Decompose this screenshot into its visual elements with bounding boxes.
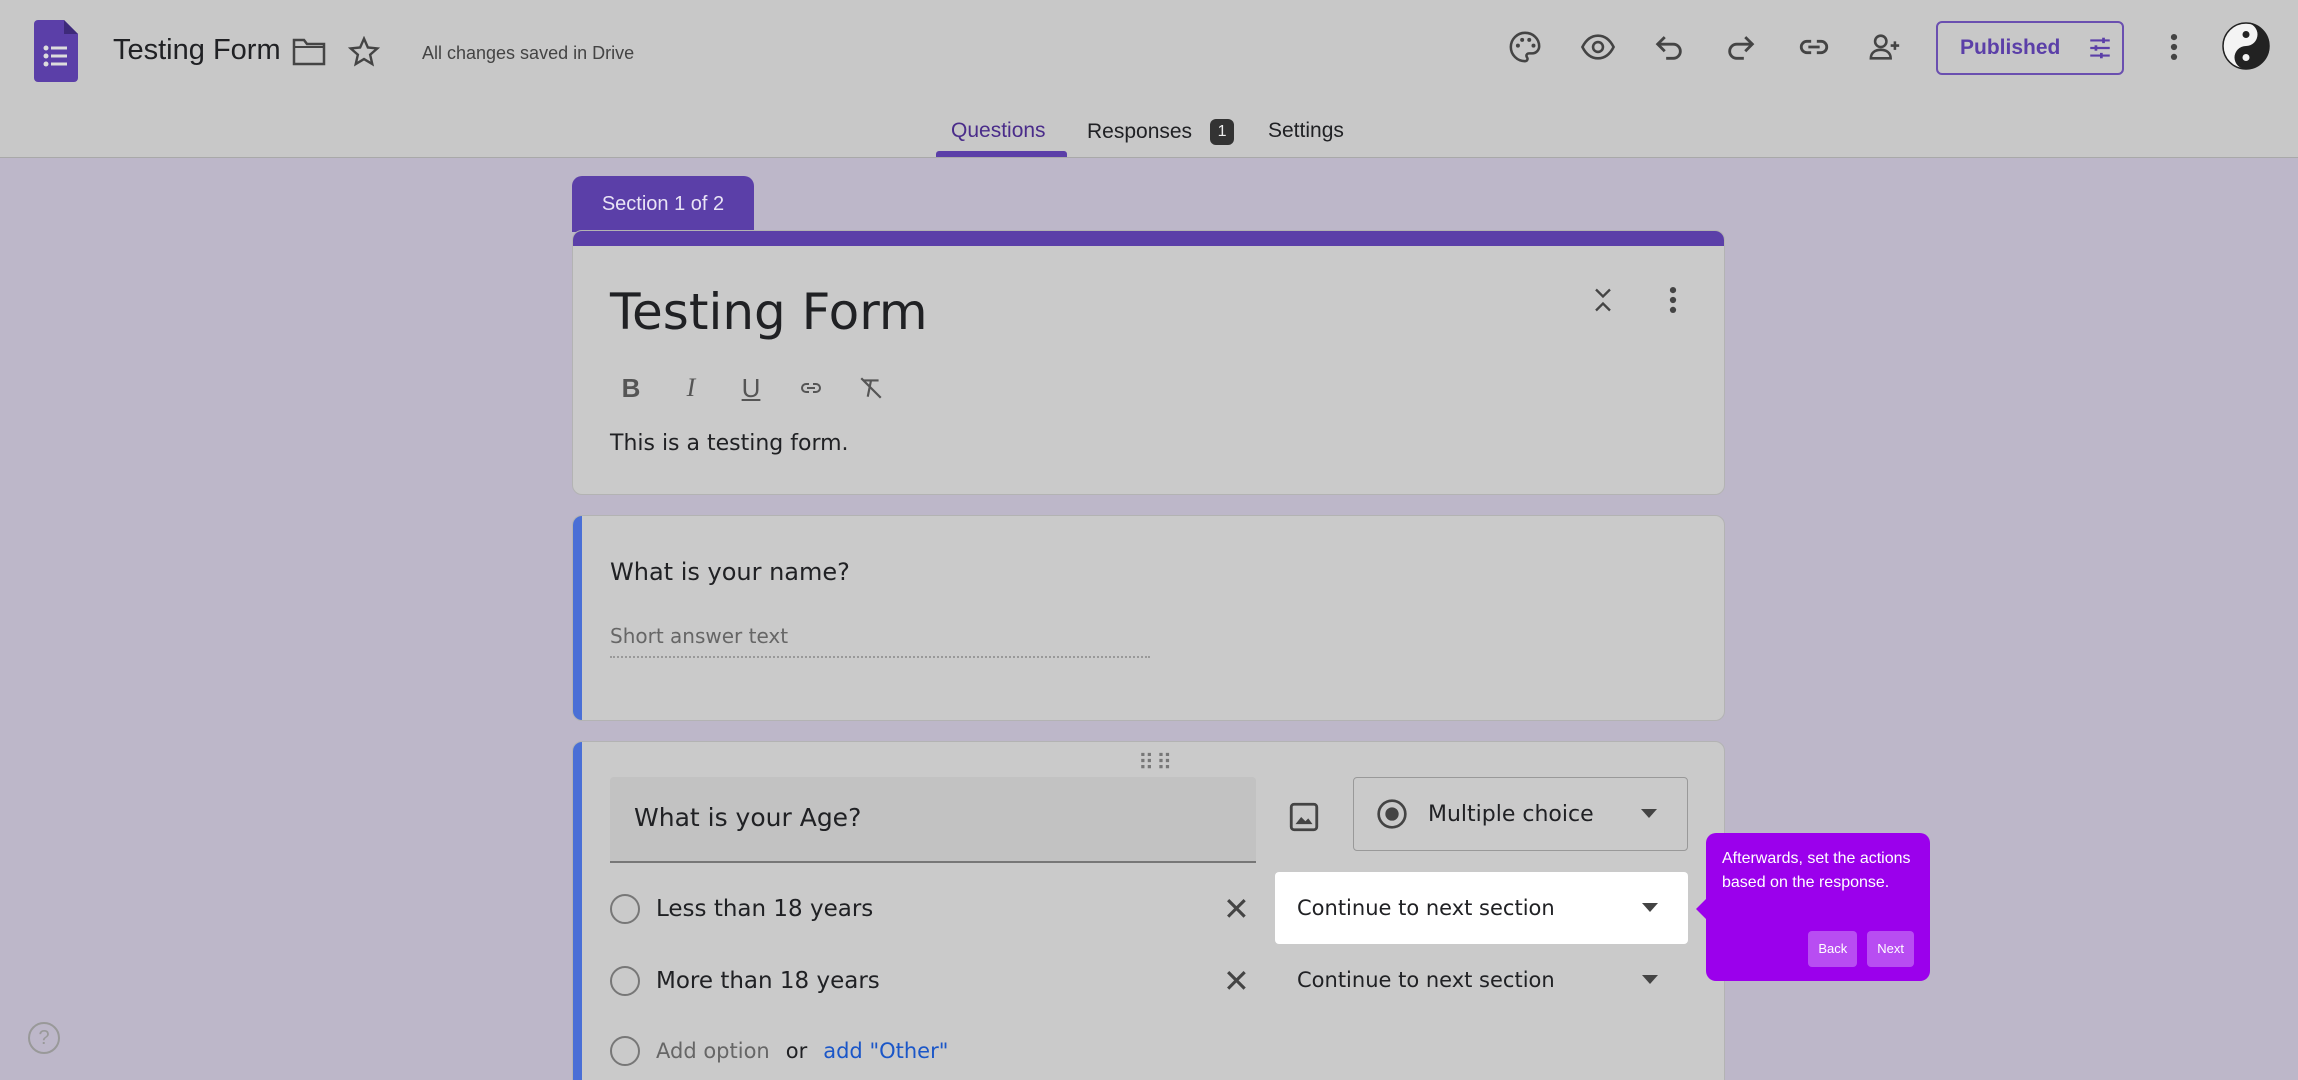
goto-section-label: Continue to next section xyxy=(1297,968,1555,992)
tab-responses-label: Responses xyxy=(1087,120,1193,143)
option-label[interactable]: More than 18 years xyxy=(656,968,880,994)
palette-icon[interactable] xyxy=(1508,30,1542,64)
or-text: or xyxy=(785,1039,808,1063)
radio-button-icon xyxy=(1377,799,1407,829)
option-label[interactable]: Less than 18 years xyxy=(656,896,873,922)
add-person-icon[interactable] xyxy=(1866,30,1904,64)
bold-icon[interactable]: B xyxy=(610,367,652,409)
add-option-row: Add option or add "Other" xyxy=(610,1036,948,1066)
active-tab-indicator xyxy=(936,151,1067,157)
question-accent-bar xyxy=(573,516,582,720)
clear-format-icon[interactable] xyxy=(850,367,892,409)
chevron-down-icon xyxy=(1641,809,1657,818)
tune-icon xyxy=(2090,37,2111,59)
redo-icon[interactable] xyxy=(1724,30,1758,64)
option-row[interactable]: More than 18 years xyxy=(610,966,880,996)
undo-icon[interactable] xyxy=(1652,30,1686,64)
tab-responses[interactable]: Responses 1 xyxy=(1087,119,1235,145)
document-title[interactable]: Testing Form xyxy=(113,34,281,67)
published-button[interactable]: Published xyxy=(1936,21,2124,75)
goto-section-select[interactable]: Continue to next section xyxy=(1275,872,1688,944)
user-avatar[interactable] xyxy=(2222,22,2270,70)
drag-handle-icon[interactable]: ⠿⠿ xyxy=(1138,750,1174,776)
radio-circle-icon xyxy=(610,966,640,996)
star-icon[interactable] xyxy=(348,36,380,68)
tooltip-text: Afterwards, set the actions based on the… xyxy=(1722,850,1911,891)
question-title-input[interactable]: What is your Age? xyxy=(610,777,1256,863)
save-status: All changes saved in Drive xyxy=(422,43,635,63)
tooltip-back-button[interactable]: Back xyxy=(1808,931,1858,967)
collapse-icon[interactable] xyxy=(1589,283,1617,317)
underline-icon[interactable]: U xyxy=(730,367,772,409)
link-icon[interactable] xyxy=(1796,30,1832,64)
goto-section-label: Continue to next section xyxy=(1297,896,1555,920)
question-card-age[interactable]: ⠿⠿ What is your Age? Multiple choice Les… xyxy=(572,741,1725,1080)
italic-icon[interactable]: I xyxy=(670,367,712,409)
forms-logo-icon[interactable] xyxy=(34,20,78,82)
app-header: Testing Form All changes saved in Drive … xyxy=(0,0,2298,158)
link-format-icon[interactable] xyxy=(790,367,832,409)
remove-option-icon[interactable]: ✕ xyxy=(1223,962,1250,1000)
tooltip-next-button[interactable]: Next xyxy=(1867,931,1914,967)
more-vert-icon[interactable] xyxy=(2160,30,2188,64)
tab-questions[interactable]: Questions xyxy=(951,119,1046,143)
short-answer-placeholder: Short answer text xyxy=(610,624,1150,658)
tab-settings[interactable]: Settings xyxy=(1268,119,1344,143)
title-card-accent xyxy=(573,231,1724,246)
remove-option-icon[interactable]: ✕ xyxy=(1223,890,1250,928)
section-more-icon[interactable] xyxy=(1663,283,1683,317)
add-other-link[interactable]: add "Other" xyxy=(823,1039,948,1063)
formatting-toolbar: B I U xyxy=(610,367,892,409)
goto-section-select[interactable]: Continue to next section xyxy=(1275,944,1688,1016)
form-title[interactable]: Testing Form xyxy=(610,283,928,341)
chevron-down-icon xyxy=(1642,975,1658,984)
question-type-select[interactable]: Multiple choice xyxy=(1353,777,1688,851)
question-card-name[interactable]: What is your name? Short answer text xyxy=(572,515,1725,721)
published-label: Published xyxy=(1960,36,2061,59)
help-icon[interactable]: ? xyxy=(28,1022,60,1054)
chevron-down-icon xyxy=(1642,903,1658,912)
radio-circle-icon xyxy=(610,1036,640,1066)
radio-circle-icon xyxy=(610,894,640,924)
form-title-card[interactable]: Testing Form B I U This is a testing for… xyxy=(572,230,1725,495)
add-option-link[interactable]: Add option xyxy=(656,1039,770,1063)
onboarding-tooltip: Afterwards, set the actions based on the… xyxy=(1696,833,1930,981)
folder-icon[interactable] xyxy=(292,36,326,66)
eye-icon[interactable] xyxy=(1580,30,1616,64)
question-accent-bar xyxy=(573,742,582,1080)
option-row[interactable]: Less than 18 years xyxy=(610,894,873,924)
section-tag: Section 1 of 2 xyxy=(572,176,754,232)
form-description[interactable]: This is a testing form. xyxy=(610,431,849,456)
question-type-label: Multiple choice xyxy=(1428,801,1594,827)
responses-count-badge: 1 xyxy=(1210,119,1235,145)
question-title[interactable]: What is your name? xyxy=(610,558,850,586)
add-image-icon[interactable] xyxy=(1287,800,1327,840)
